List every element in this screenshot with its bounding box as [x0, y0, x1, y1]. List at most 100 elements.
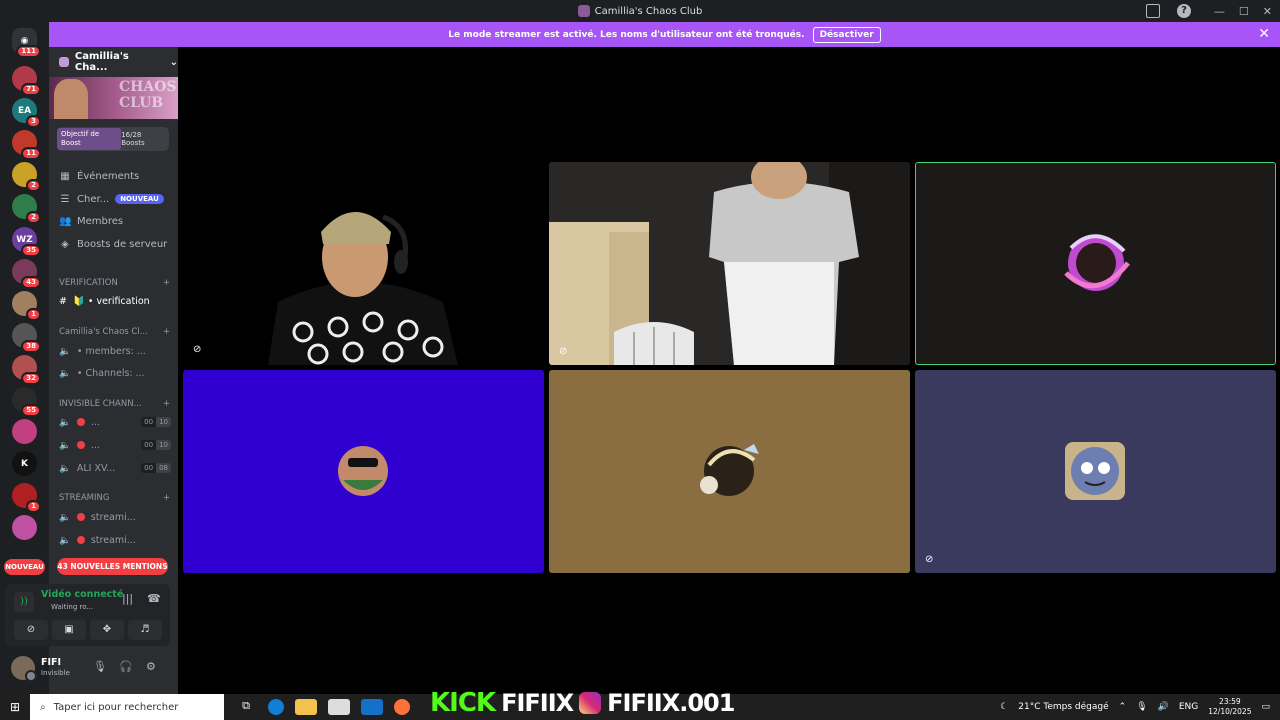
file-explorer-icon[interactable] [295, 699, 317, 715]
video-tile-tan[interactable] [549, 370, 910, 573]
mic-icon[interactable]: 🎙 [93, 660, 107, 673]
voice-status[interactable]: Vidéo connecté [41, 589, 123, 600]
close-window-button[interactable]: ✕ [1263, 5, 1272, 18]
channel-members[interactable]: 🔈 • members: ... [59, 342, 171, 360]
channel-invisible-1[interactable]: 🔈... 00 10 [59, 413, 171, 431]
channel-invisible-3[interactable]: 🔈 ALI XV... 00 08 [59, 459, 171, 477]
channel-channels[interactable]: 🔈 • Channels: ... [59, 364, 171, 382]
outlook-icon[interactable] [361, 699, 383, 715]
server-icon[interactable]: 43 [12, 259, 41, 289]
server-icon[interactable]: 1 [12, 483, 41, 513]
guild-header[interactable]: Camillia's Cha... ⌄ [49, 47, 178, 77]
minimize-button[interactable]: — [1214, 5, 1225, 18]
voice-panel: )) Vidéo connecté Waiting ro... ||| ☎ ⊘ … [5, 584, 170, 646]
language[interactable]: ENG [1179, 702, 1198, 712]
speaker-icon: 🔈 [59, 345, 71, 357]
disconnect-icon[interactable]: ☎ [147, 592, 161, 605]
voice-channel-name[interactable]: Waiting ro... [51, 603, 93, 611]
server-icon[interactable]: EA 3 [12, 98, 41, 128]
weather[interactable]: 21°C Temps dégagé [1018, 702, 1108, 712]
video-tile-blue[interactable] [183, 370, 544, 573]
server-icon[interactable] [12, 515, 37, 540]
server-icon[interactable]: 55 [12, 387, 41, 417]
video-tile-slate[interactable]: ⊘ [915, 370, 1276, 573]
disable-streamer-button[interactable]: Désactiver [812, 26, 881, 43]
nav-search[interactable]: ☰ Cher... NOUVEAU [59, 189, 164, 209]
tan-avatar [700, 444, 759, 496]
search-icon: ⌕ [40, 701, 46, 713]
instagram-username: FIFIIX.001 [607, 689, 735, 717]
gear-icon[interactable]: ⚙ [146, 660, 156, 673]
server-icon[interactable] [12, 419, 37, 444]
chevron-up-icon[interactable]: ⌃ [1119, 702, 1127, 712]
boost-goal[interactable]: Objectif de Boost 16/28 Boosts [57, 127, 169, 151]
category-camillia[interactable]: Camillia's Chaos Cl... + [59, 327, 170, 337]
server-icon[interactable]: 2 [12, 194, 41, 224]
server-icon[interactable]: 1 [12, 291, 41, 321]
screen-share-button[interactable]: ▣ [52, 620, 86, 640]
channel-streaming-1[interactable]: 🔈 streami... [59, 508, 171, 526]
server-icon[interactable]: 71 [12, 66, 41, 96]
banner-portrait [54, 79, 88, 119]
maximize-button[interactable]: ☐ [1239, 5, 1249, 18]
close-icon[interactable]: ✕ [1258, 26, 1270, 42]
add-channel-icon[interactable]: + [163, 399, 170, 409]
server-icon[interactable]: 32 [12, 355, 41, 385]
guild-icon [59, 57, 69, 67]
add-channel-icon[interactable]: + [163, 493, 170, 503]
headphones-icon[interactable]: 🎧 [119, 660, 133, 673]
stream-overlay: KICK FIFIIX FIFIIX.001 [430, 688, 735, 718]
server-icon[interactable]: 11 [12, 130, 41, 160]
channel-invisible-2[interactable]: 🔈... 00 10 [59, 436, 171, 454]
edge-icon[interactable] [268, 699, 284, 715]
channel-streaming-2[interactable]: 🔈 streami... [59, 531, 171, 549]
activities-button[interactable]: ✥ [90, 620, 124, 640]
channel-verification[interactable]: # 🔰 • verification [59, 292, 171, 310]
camera-off-icon: ⊘ [26, 624, 36, 635]
server-icon[interactable]: 2 [12, 162, 41, 192]
task-view-icon[interactable]: ⧉ [235, 699, 257, 715]
camera-off-button[interactable]: ⊘ [14, 620, 48, 640]
mention-badge: 71 [21, 83, 41, 96]
add-channel-icon[interactable]: + [163, 327, 170, 337]
video-tile-speaking[interactable] [915, 162, 1276, 365]
user-name[interactable]: FIFI Invisible [41, 657, 70, 679]
speaker-icon: 🔈 [59, 416, 71, 428]
nav-events[interactable]: ▦ Événements [59, 166, 139, 186]
notification-icon[interactable]: ▭ [1261, 702, 1270, 712]
store-icon[interactable] [328, 699, 350, 715]
video-tile-participant[interactable]: ⊘ [549, 162, 910, 365]
nav-members[interactable]: 👥 Membres [59, 211, 123, 231]
server-icon[interactable]: WZ 35 [12, 227, 41, 257]
system-tray: ☾ 21°C Temps dégagé ⌃ 🎙 🔊 ENG 23:59 12/10… [1000, 694, 1270, 720]
nav-boosts[interactable]: ◈ Boosts de serveur [59, 234, 167, 254]
video-tile-streamer[interactable]: ⊘ [183, 162, 544, 365]
server-label: WZ [16, 234, 33, 245]
windows-start-icon[interactable]: ⊞ [0, 700, 30, 714]
add-channel-icon[interactable]: + [163, 278, 170, 288]
category-verification[interactable]: VERIFICATION + [59, 278, 170, 288]
noise-suppression-icon[interactable]: ||| [122, 592, 133, 605]
taskbar-search[interactable]: ⌕ Taper ici pour rechercher [30, 694, 224, 720]
red-circle-icon [76, 513, 85, 521]
mic-tray-icon: 🎙 [1136, 702, 1148, 712]
speaker-icon: 🔈 [59, 439, 71, 451]
mention-badge: 1 [26, 500, 41, 513]
server-icon[interactable]: K [12, 451, 37, 476]
new-mentions-pill[interactable]: 43 NOUVELLES MENTIONS [57, 558, 168, 575]
category-streaming[interactable]: STREAMING + [59, 493, 170, 503]
mention-badge: 35 [21, 244, 41, 257]
search-icon: ☰ [60, 193, 70, 205]
signal-icon[interactable]: )) [14, 592, 34, 612]
category-invisible[interactable]: INVISIBLE CHANN... + [59, 399, 170, 409]
soundboard-button[interactable]: ♬ [128, 620, 162, 640]
avatar[interactable] [11, 656, 37, 682]
clock[interactable]: 23:59 12/10/2025 [1208, 697, 1251, 717]
home-button[interactable]: ◉ 111 [12, 28, 41, 58]
speaker-tray-icon[interactable]: 🔊 [1158, 702, 1169, 712]
inbox-icon[interactable] [1146, 4, 1160, 18]
help-icon[interactable]: ? [1177, 4, 1191, 18]
firefox-icon[interactable] [394, 699, 410, 715]
server-icon[interactable]: 38 [12, 323, 41, 353]
new-servers-pill[interactable]: NOUVEAU [4, 559, 45, 575]
